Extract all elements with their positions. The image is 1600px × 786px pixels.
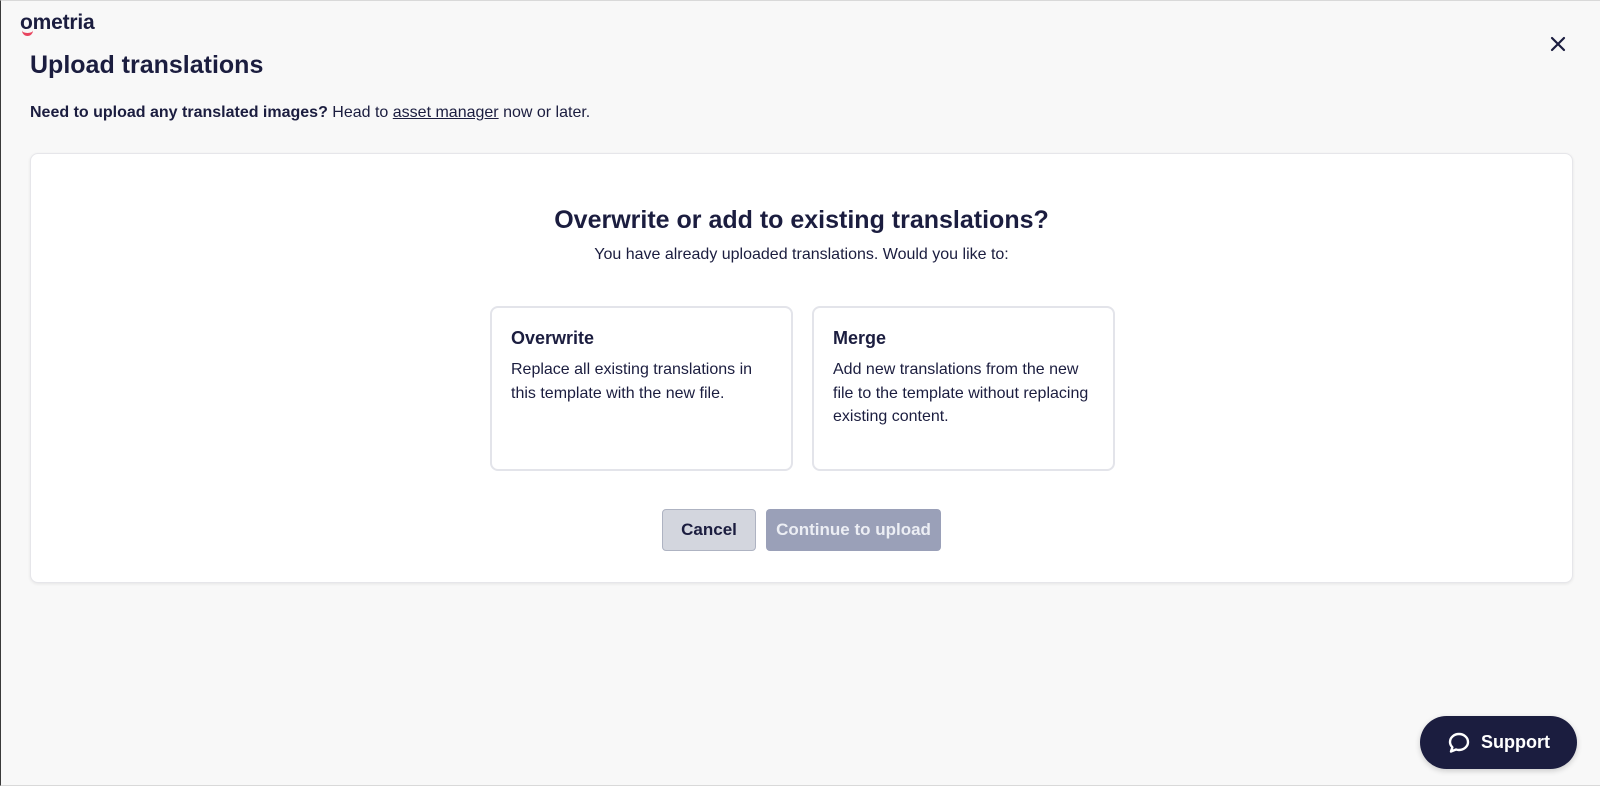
translation-choice-card: Overwrite or add to existing translation… [30,153,1573,583]
intro-before-link: Head to [327,104,393,121]
dialog-subtitle: You have already uploaded translations. … [594,246,1009,263]
overwrite-option[interactable]: Overwrite Replace all existing translati… [490,306,793,471]
close-icon [1550,36,1566,52]
ometria-logo: ometria [20,11,95,36]
upload-translations-page: ometria Upload translations Need to uplo… [0,0,1600,786]
page-title: Upload translations [30,51,264,79]
merge-option-description: Add new translations from the new file t… [833,361,1089,425]
dialog-title: Overwrite or add to existing translation… [554,206,1049,234]
cancel-button[interactable]: Cancel [662,509,756,551]
logo-smile-mark [22,30,33,36]
intro-text: Need to upload any translated images? He… [30,102,590,124]
support-label: Support [1481,732,1550,752]
intro-after-link: now or later. [498,104,591,121]
intro-bold-text: Need to upload any translated images? [30,104,328,121]
merge-option[interactable]: Merge Add new translations from the new … [812,306,1115,471]
asset-manager-link[interactable]: asset manager [393,104,499,121]
continue-to-upload-button[interactable]: Continue to upload [766,509,941,551]
merge-option-title: Merge [833,328,887,348]
close-button[interactable] [1546,32,1570,56]
overwrite-option-title: Overwrite [511,328,595,348]
support-button[interactable]: Support [1420,716,1577,769]
overwrite-option-description: Replace all existing translations in thi… [511,361,753,402]
chat-bubble-icon [1448,732,1470,753]
